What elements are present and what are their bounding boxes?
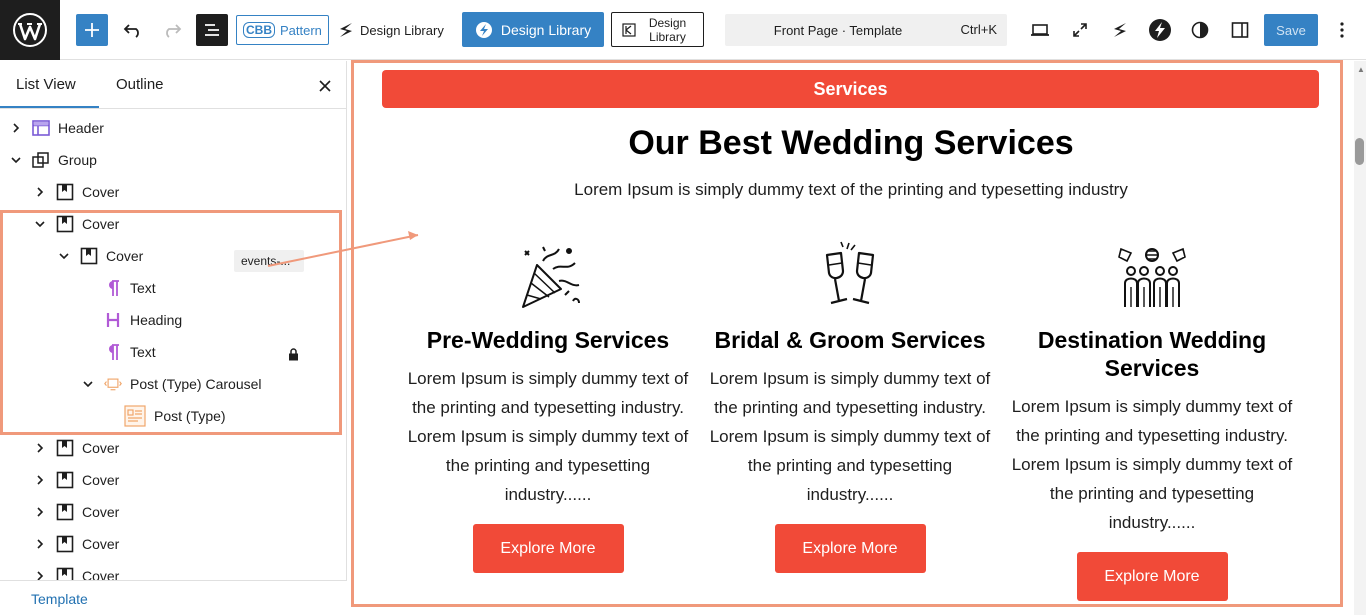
save-button[interactable]: Save xyxy=(1264,14,1318,46)
card-title[interactable]: Pre-Wedding Services xyxy=(398,326,698,354)
fullscreen-button[interactable] xyxy=(1064,14,1096,46)
list-item[interactable]: Cover xyxy=(32,464,119,496)
editor-toolbar: CBB Pattern Design Library Design Librar… xyxy=(0,0,1366,60)
design-library-primary-label: Design Library xyxy=(500,21,592,38)
bolt-button[interactable] xyxy=(1144,14,1176,46)
design-library-outline-label: Design Library xyxy=(648,15,687,44)
scrollbar-thumb[interactable] xyxy=(1355,138,1364,165)
breadcrumb-template[interactable]: Template xyxy=(31,591,88,607)
tab-list-view[interactable]: List View xyxy=(16,61,76,109)
card-description[interactable]: Lorem Ipsum is simply dummy text of the … xyxy=(700,364,1000,509)
cbb-logo-icon: CBB xyxy=(243,22,275,38)
design-library-button[interactable]: Design Library xyxy=(338,15,444,45)
wordpress-logo-icon[interactable] xyxy=(0,0,60,60)
block-breadcrumb: Template xyxy=(0,580,347,615)
kadence-logo-icon xyxy=(621,22,636,37)
add-block-button[interactable] xyxy=(76,14,108,46)
card-description[interactable]: Lorem Ipsum is simply dummy text of the … xyxy=(1002,392,1302,537)
list-item-label: Cover xyxy=(82,184,120,200)
selection-highlight xyxy=(0,210,342,435)
cover-icon xyxy=(56,471,74,489)
cover-icon xyxy=(56,183,74,201)
chevron-right-icon[interactable] xyxy=(32,536,48,552)
list-item-label: Group xyxy=(58,152,97,168)
chevron-right-icon[interactable] xyxy=(32,184,48,200)
service-card: Destination Wedding Services Lorem Ipsum… xyxy=(1002,241,1302,601)
plus-icon xyxy=(85,23,99,37)
close-panel-button[interactable] xyxy=(314,75,336,97)
pattern-label: Pattern xyxy=(280,22,322,38)
template-title: Front Page · Template xyxy=(773,23,903,38)
chevron-right-icon[interactable] xyxy=(32,440,48,456)
list-item[interactable]: Cover xyxy=(32,528,119,560)
design-library-outline-button[interactable]: Design Library xyxy=(611,12,704,47)
undo-button[interactable] xyxy=(117,14,149,46)
card-title[interactable]: Bridal & Groom Services xyxy=(700,326,1000,354)
party-popper-icon xyxy=(398,241,698,311)
explore-more-button[interactable]: Explore More xyxy=(1076,552,1228,601)
command-palette-button[interactable]: Front Page · Template Ctrl+K xyxy=(725,14,1007,46)
active-tab-indicator xyxy=(0,106,99,108)
sidebar-icon xyxy=(1231,22,1249,38)
list-item[interactable]: Cover xyxy=(32,496,119,528)
services-bar[interactable]: Services xyxy=(382,70,1319,108)
scroll-up-icon[interactable]: ▲ xyxy=(1357,65,1365,74)
card-title[interactable]: Destination Wedding Services xyxy=(1002,326,1302,382)
design-library-label: Design Library xyxy=(360,22,444,38)
list-item[interactable]: Cover xyxy=(32,176,119,208)
list-item-label: Cover xyxy=(82,504,120,520)
settings-sidebar-button[interactable] xyxy=(1224,14,1256,46)
chevron-down-icon[interactable] xyxy=(8,152,24,168)
cbb-pattern-button[interactable]: CBB Pattern xyxy=(236,15,329,45)
redo-button[interactable] xyxy=(156,14,188,46)
explore-more-button[interactable]: Explore More xyxy=(774,524,926,573)
section-heading[interactable]: Our Best Wedding Services xyxy=(348,124,1354,163)
service-card: Pre-Wedding Services Lorem Ipsum is simp… xyxy=(398,241,698,573)
list-item-label: Cover xyxy=(82,440,120,456)
list-item-label: Header xyxy=(58,120,104,136)
close-icon xyxy=(319,80,331,92)
champagne-glasses-icon xyxy=(700,241,1000,311)
cover-icon xyxy=(56,503,74,521)
cover-icon xyxy=(56,439,74,457)
list-item[interactable]: Cover xyxy=(32,432,119,464)
command-shortcut: Ctrl+K xyxy=(960,22,997,37)
list-item[interactable]: Header xyxy=(8,112,104,144)
card-description[interactable]: Lorem Ipsum is simply dummy text of the … xyxy=(398,364,698,509)
list-view-icon xyxy=(205,24,219,36)
chevron-right-icon[interactable] xyxy=(8,120,24,136)
bolt-circle-icon xyxy=(1149,19,1171,41)
stackable-settings-button[interactable] xyxy=(1104,14,1136,46)
options-button[interactable] xyxy=(1330,14,1354,46)
list-item-label: Cover xyxy=(82,472,120,488)
stackable-logo-icon xyxy=(340,23,352,37)
undo-icon xyxy=(123,24,139,38)
panel-tabs: List View Outline xyxy=(0,61,347,109)
cover-icon xyxy=(56,535,74,553)
design-library-primary-button[interactable]: Design Library xyxy=(462,12,604,47)
document-overview-button[interactable] xyxy=(196,14,228,46)
tab-outline[interactable]: Outline xyxy=(116,61,164,109)
styles-button[interactable] xyxy=(1184,14,1216,46)
chevron-right-icon[interactable] xyxy=(32,472,48,488)
vertical-ellipsis-icon xyxy=(1340,22,1344,38)
laptop-icon xyxy=(1031,24,1049,36)
device-preview-button[interactable] xyxy=(1024,14,1056,46)
list-item[interactable]: Group xyxy=(8,144,97,176)
section-subtitle[interactable]: Lorem Ipsum is simply dummy text of the … xyxy=(348,180,1354,200)
expand-icon xyxy=(1073,23,1087,37)
list-item-label: Cover xyxy=(82,536,120,552)
bolt-circle-icon xyxy=(475,21,492,38)
contrast-icon xyxy=(1191,21,1209,39)
chevron-right-icon[interactable] xyxy=(32,504,48,520)
editor-app: CBB Pattern Design Library Design Librar… xyxy=(0,0,1366,615)
group-icon xyxy=(32,151,50,169)
stackable-logo-icon xyxy=(1114,23,1126,37)
wedding-party-icon xyxy=(1002,241,1302,311)
template-part-icon xyxy=(32,119,50,137)
redo-icon xyxy=(166,24,182,38)
explore-more-button[interactable]: Explore More xyxy=(472,524,624,573)
service-card: Bridal & Groom Services Lorem Ipsum is s… xyxy=(700,241,1000,573)
editor-canvas: Services Our Best Wedding Services Lorem… xyxy=(348,61,1354,615)
